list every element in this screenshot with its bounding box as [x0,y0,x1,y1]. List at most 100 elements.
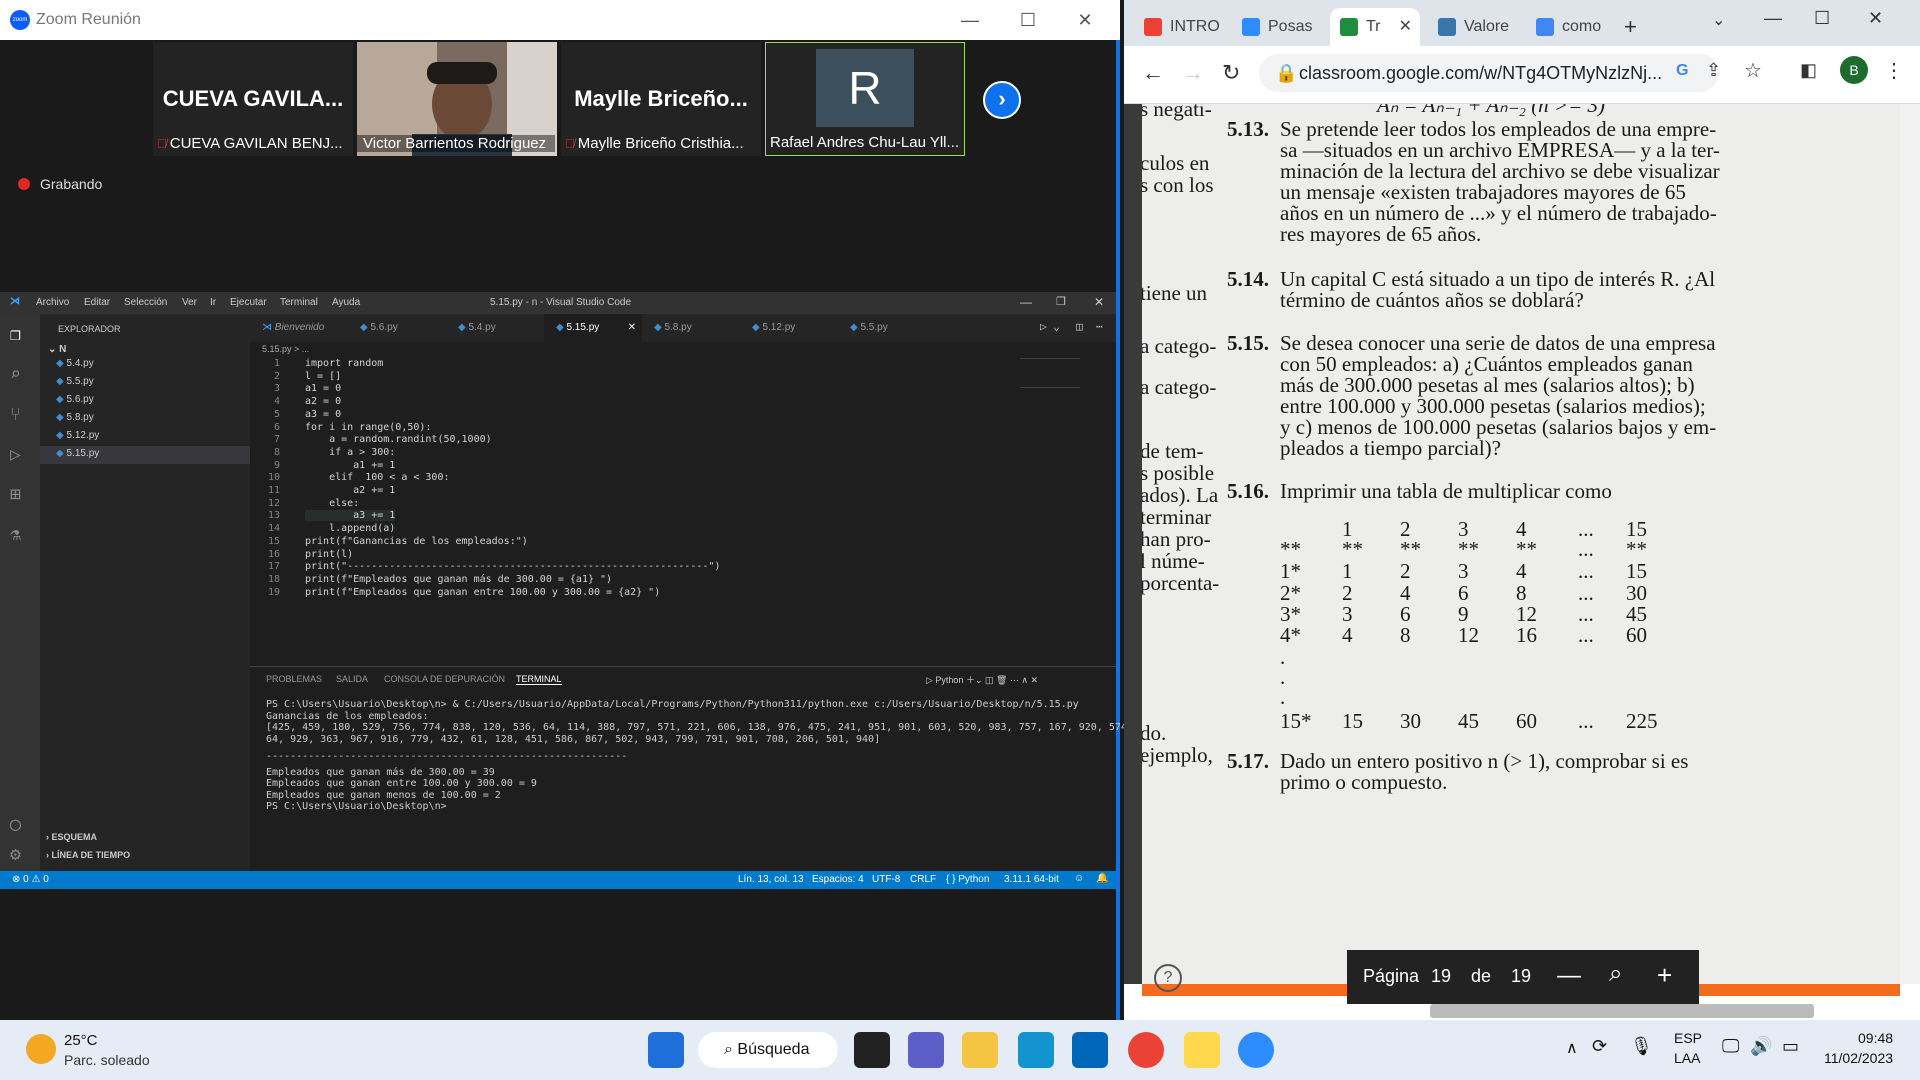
menu-item[interactable]: Archivo [36,297,69,308]
zoom-search-icon[interactable]: ⌕ [1609,960,1622,988]
menu-item[interactable]: Ver [182,297,197,308]
browser-tab[interactable]: Posas [1232,8,1320,46]
file-item[interactable]: ◆ 5.5.py [56,376,250,392]
zoom-out-icon[interactable]: — [1557,962,1581,990]
panel-tab-terminal[interactable]: TERMINAL [516,674,562,685]
clock-date[interactable]: 11/02/2023 [1824,1050,1893,1066]
timeline-section[interactable]: › LÍNEA DE TIEMPO [46,850,130,860]
clock-time[interactable]: 09:48 [1858,1030,1893,1046]
profile-avatar[interactable]: B [1840,56,1868,84]
panel-tab-output[interactable]: SALIDA [336,674,368,684]
notifications-bell-icon[interactable]: 🔔 [1096,873,1108,884]
account-icon[interactable]: ◯ [10,814,21,835]
maximize-icon[interactable]: ☐ [1814,8,1830,29]
tab-file[interactable]: ◆ 5.6.py [348,314,446,342]
chrome-menu-icon[interactable]: ⋮ [1884,58,1904,83]
file-item[interactable]: ◆ 5.4.py [56,358,250,374]
reload-icon[interactable]: ↻ [1222,60,1240,86]
restore-icon[interactable]: ❐ [1056,295,1066,308]
terminal-shell-selector[interactable]: ▷ Python ＋⌄ ◫ 🗑 ⋯ ∧ ✕ [926,673,1038,686]
language-code[interactable]: ESP [1674,1030,1702,1046]
google-lens-icon[interactable]: G [1676,62,1688,80]
edge-icon[interactable] [1018,1032,1054,1068]
tab-file[interactable]: ◆ 5.4.py [446,314,544,342]
panel-tab-problems[interactable]: PROBLEMAS [266,674,322,684]
sync-icon[interactable]: ⟳ [1592,1036,1607,1057]
browser-tab[interactable]: Valore [1428,8,1516,46]
settings-gear-icon[interactable]: ⚙ [10,844,21,865]
python-app-icon[interactable] [1184,1032,1220,1068]
tab-file[interactable]: ◆ 5.8.py [642,314,740,342]
cursor-position[interactable]: Lín. 13, col. 13 [738,874,804,885]
horizontal-scrollbar[interactable] [1430,1004,1814,1018]
tab-file[interactable]: ◆ 5.5.py [838,314,936,342]
run-file-icon[interactable]: ▷ ⌄ [1040,320,1060,333]
close-icon[interactable]: ✕ [1094,295,1104,309]
menu-item[interactable]: Selección [124,297,167,308]
encoding[interactable]: UTF-8 [872,874,900,885]
bookmark-star-icon[interactable]: ☆ [1744,58,1762,83]
maximize-icon[interactable]: ☐ [1003,6,1053,34]
zoom-in-icon[interactable]: + [1657,960,1672,991]
weather-temp[interactable]: 25°C [64,1032,98,1049]
menu-item[interactable]: Ejecutar [230,297,267,308]
close-tab-icon[interactable]: ✕ [628,314,636,342]
more-actions-icon[interactable]: ⋯ [1096,320,1103,333]
back-icon[interactable]: ← [1142,60,1164,86]
file-item[interactable]: ◆ 5.12.py [56,430,250,446]
battery-icon[interactable]: ▭ [1782,1036,1799,1057]
next-page-button[interactable]: › [983,81,1021,119]
menu-item[interactable]: Terminal [280,297,318,308]
close-tab-icon[interactable]: ✕ [1399,8,1412,46]
language-layout[interactable]: LAA [1674,1050,1700,1066]
python-interpreter[interactable]: 3.11.1 64-bit [1004,874,1059,885]
tab-bienvenido[interactable]: ⋊ Bienvenido [250,314,348,342]
teams-icon[interactable] [908,1032,944,1068]
file-item[interactable]: ◆ 5.8.py [56,412,250,428]
tab-file[interactable]: ◆ 5.12.py [740,314,838,342]
problems-count[interactable]: ⊗ 0 ⚠ 0 [12,874,49,885]
indentation[interactable]: Espacios: 4 [812,874,864,885]
participant-tile-video[interactable]: Victor Barrientos Rodriguez [357,42,557,156]
search-box[interactable]: ⌕ Búsqueda [698,1032,838,1068]
weather-sun-icon[interactable] [26,1034,56,1064]
close-icon[interactable]: ✕ [1060,6,1110,34]
code-editor[interactable]: 1 import random 2 l = [] 3 a1 = 0 4 a2 = 0 5 a3 =… [250,358,1116,666]
menu-item[interactable]: Ayuda [332,297,360,308]
tab-search-icon[interactable]: ⌄ [1712,10,1725,30]
network-icon[interactable]: 🖵 [1722,1036,1739,1057]
microphone-icon[interactable]: 🎙 [1630,1036,1653,1057]
file-item-selected[interactable]: ◆ 5.15.py [40,446,250,464]
line-ending[interactable]: CRLF [910,874,936,885]
close-icon[interactable]: ✕ [1868,8,1883,29]
run-debug-icon[interactable]: ▷ [10,444,21,465]
outline-section[interactable]: › ESQUEMA [46,832,97,842]
files-icon[interactable]: ❐ [10,324,21,345]
language-mode[interactable]: { } Python [946,874,989,885]
search-icon[interactable]: ⌕ [10,364,21,385]
share-icon[interactable]: ⇪ [1706,60,1721,81]
source-control-icon[interactable]: ⑂ [10,404,21,425]
task-view-icon[interactable] [854,1032,890,1068]
file-item[interactable]: ◆ 5.6.py [56,394,250,410]
minimize-icon[interactable]: — [1764,8,1782,29]
folder-root[interactable]: ⌄ N [48,344,66,355]
new-tab-icon[interactable]: + [1624,14,1637,40]
menu-item[interactable]: Editar [84,297,110,308]
browser-tab-active[interactable]: Tr ✕ [1330,8,1420,46]
tray-chevron-icon[interactable]: ∧ [1566,1038,1578,1058]
zoom-app-icon[interactable] [1238,1032,1274,1068]
menu-item[interactable]: Ir [210,297,216,308]
extensions-icon[interactable]: ⊞ [10,484,21,505]
minimize-icon[interactable]: — [945,6,995,34]
url-bar[interactable]: 🔒 classroom.google.com/w/NTg4OTMyNzlzNj..… [1259,54,1719,92]
participant-tile[interactable]: Maylle Briceño... 🎙̸ Maylle Briceño Crist… [561,42,761,156]
participant-tile-active[interactable]: R Rafael Andres Chu-Lau Yll... [765,42,965,156]
minimap[interactable] [1020,358,1080,388]
browser-tab[interactable]: INTRO [1134,8,1222,46]
forward-icon[interactable]: → [1182,60,1204,86]
page-number-input[interactable]: 19 [1431,966,1451,987]
testing-icon[interactable]: ⚗ [10,524,21,545]
participant-tile[interactable]: CUEVA GAVILA... 🎙̸ CUEVA GAVILAN BENJ... [153,42,353,156]
minimize-icon[interactable]: — [1020,295,1032,309]
